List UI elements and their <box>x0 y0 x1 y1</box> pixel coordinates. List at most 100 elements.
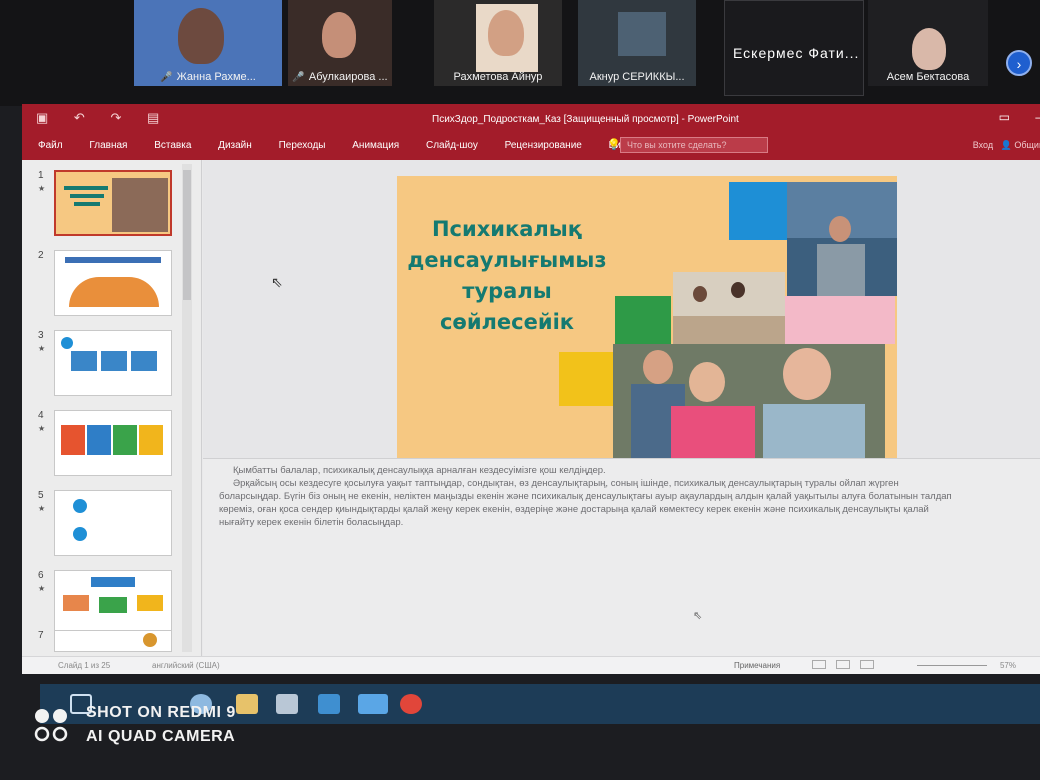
notes-line: Әрқайсың осы кездесуге қосылуға уақыт та… <box>233 478 899 489</box>
store-icon[interactable] <box>276 694 298 714</box>
participant-video <box>178 8 224 64</box>
slide-counter: Слайд 1 из 25 <box>58 661 111 670</box>
participant-name: Ескермес Фати... <box>733 45 860 61</box>
participant-tile[interactable]: Ескермес Фати... <box>724 0 864 96</box>
animation-star-icon: ★ <box>38 184 46 193</box>
participant-video <box>618 12 666 56</box>
screen-photo: 🎤 Жанна Рахме... 🎤 Абулкаирова ... Рахмето… <box>0 0 1040 780</box>
mouse-pointer-icon: ⇖ <box>693 610 703 622</box>
tell-me-search-input[interactable]: Что вы хотите сделать? <box>620 137 768 153</box>
mail-icon[interactable] <box>318 694 340 714</box>
blue-square <box>729 182 787 240</box>
slide-title-line: денсаулығымыз <box>407 248 607 272</box>
slide-thumbnail[interactable] <box>54 630 172 652</box>
slide-thumbnail[interactable] <box>54 170 172 236</box>
slide-editing-area[interactable]: Психикалық денсаулығымыз туралы сөйлесейік <box>203 160 1040 462</box>
zoom-slider[interactable] <box>917 665 987 666</box>
mouse-pointer-icon: ⇖ <box>271 274 283 290</box>
lightbulb-icon: 💡 <box>607 139 621 151</box>
notes-line: көреміз, оған қоса сендер қиындықтарды қ… <box>219 504 929 515</box>
slide-title-line: сөйлесейік <box>439 310 575 334</box>
slide-thumbnail[interactable] <box>54 570 172 636</box>
speaker-notes-pane[interactable]: Қымбатты балалар, психикалық денсаулыққа… <box>203 458 1040 656</box>
participant-name: Рахметова Айнур <box>453 71 543 83</box>
mic-muted-icon: 🎤 <box>160 72 173 83</box>
participant-tile[interactable]: 🎤 Абулкаирова ... <box>288 0 392 86</box>
slide-thumbnail[interactable] <box>54 250 172 316</box>
participant-tile[interactable]: Рахметова Айнур <box>434 0 562 86</box>
thumbnail-item[interactable]: 3 ★ <box>32 330 200 400</box>
tab-design[interactable]: Дизайн <box>218 140 252 151</box>
yellow-square <box>559 352 615 406</box>
tab-animations[interactable]: Анимация <box>352 140 399 151</box>
reading-view-icon[interactable] <box>860 660 874 669</box>
photo-boy-with-painting <box>787 182 897 296</box>
status-bar: Слайд 1 из 25 английский (США) Примечани… <box>22 656 1040 674</box>
participant-name: Жанна Рахме... <box>176 71 256 83</box>
slide-sorter-icon[interactable] <box>836 660 850 669</box>
ribbon-tabs: Файл Главная Вставка Дизайн Переходы Ани… <box>22 134 1040 160</box>
participant-tile[interactable]: 🎤 Жанна Рахме... <box>134 0 282 86</box>
notes-toggle-button[interactable]: Примечания <box>734 661 780 670</box>
slide-title[interactable]: Психикалық денсаулығымыз туралы сөйлесейік <box>407 214 607 338</box>
participant-name: Акнур СЕРИККЫ... <box>589 71 685 83</box>
sign-in-link[interactable]: Вход <box>973 140 993 150</box>
chrome-icon[interactable] <box>400 694 422 714</box>
powerpoint-window: ▣ ↶ ↷ ▤ ПсихЗдор_Подросткам_Каз [Защищен… <box>22 104 1040 674</box>
thumbnail-item[interactable]: 5 ★ <box>32 490 200 560</box>
tab-transitions[interactable]: Переходы <box>279 140 326 151</box>
tab-review[interactable]: Рецензирование <box>505 140 582 151</box>
title-bar: ▣ ↶ ↷ ▤ ПсихЗдор_Подросткам_Каз [Защищен… <box>22 104 1040 134</box>
slide-thumbnails-pane: 1 ★ 2 3 ★ 4 ★ 5 ★ 6 ★ 7 <box>22 160 202 656</box>
save-icon[interactable]: ▣ <box>36 110 48 125</box>
thumbnails-scrollbar[interactable] <box>182 164 192 652</box>
tab-insert[interactable]: Вставка <box>154 140 191 151</box>
slide-thumbnail[interactable] <box>54 330 172 396</box>
notes-line: нығайту керек екенін білетін боласыңдар. <box>219 517 404 528</box>
tab-file[interactable]: Файл <box>38 140 63 151</box>
language-indicator[interactable]: английский (США) <box>152 661 220 670</box>
start-from-beginning-icon[interactable]: ▤ <box>147 110 159 125</box>
current-slide[interactable]: Психикалық денсаулығымыз туралы сөйлесейік <box>397 176 897 462</box>
watermark-line2: AI QUAD CAMERA <box>86 728 236 745</box>
notes-line: Қымбатты балалар, психикалық денсаулыққа… <box>233 465 606 476</box>
notes-line: боларсыңдар. Бүгін біз оның не екенін, н… <box>219 491 952 502</box>
animation-star-icon: ★ <box>38 424 46 433</box>
window-title: ПсихЗдор_Подросткам_Каз [Защищенный прос… <box>432 114 739 125</box>
slide-title-line: Психикалық <box>431 217 583 241</box>
tab-home[interactable]: Главная <box>89 140 127 151</box>
thumbnail-item[interactable]: 2 <box>32 250 200 320</box>
quad-camera-logo-icon <box>34 709 68 742</box>
participant-tile[interactable]: Асем Бектасова <box>868 0 988 86</box>
participant-video <box>912 28 946 70</box>
participant-tile[interactable]: Акнур СЕРИККЫ... <box>578 0 696 86</box>
scrollbar-thumb[interactable] <box>183 170 191 300</box>
participant-name: Абулкаирова ... <box>308 71 388 83</box>
animation-star-icon: ★ <box>38 344 46 353</box>
minimize-icon[interactable]: – <box>1035 110 1040 124</box>
animation-star-icon: ★ <box>38 504 46 513</box>
quick-access-toolbar: ▣ ↶ ↷ ▤ <box>36 110 181 126</box>
zoom-level[interactable]: 57% <box>1000 661 1016 670</box>
slide-thumbnail[interactable] <box>54 410 172 476</box>
thumbnail-item[interactable]: 1 ★ <box>32 170 200 240</box>
tab-slideshow[interactable]: Слайд-шоу <box>426 140 478 151</box>
chevron-right-icon[interactable]: › <box>1006 50 1032 76</box>
photo-kids-heart-hands <box>613 344 885 462</box>
photo-classroom <box>673 272 785 344</box>
participant-video <box>322 12 356 58</box>
person-icon: 👤 <box>1000 140 1012 150</box>
ribbon-display-options-icon[interactable]: ▭ <box>999 110 1010 124</box>
undo-icon[interactable]: ↶ <box>74 110 85 125</box>
green-square <box>615 296 671 344</box>
normal-view-icon[interactable] <box>812 660 826 669</box>
share-button[interactable]: Общий <box>1014 140 1040 150</box>
pink-rectangle <box>785 296 895 344</box>
file-explorer-icon[interactable] <box>236 694 258 714</box>
animation-star-icon: ★ <box>38 584 46 593</box>
zoom-app-icon[interactable] <box>358 694 388 714</box>
slide-thumbnail[interactable] <box>54 490 172 556</box>
thumbnail-item[interactable]: 4 ★ <box>32 410 200 480</box>
participant-video <box>488 10 524 56</box>
redo-icon[interactable]: ↷ <box>110 110 121 125</box>
